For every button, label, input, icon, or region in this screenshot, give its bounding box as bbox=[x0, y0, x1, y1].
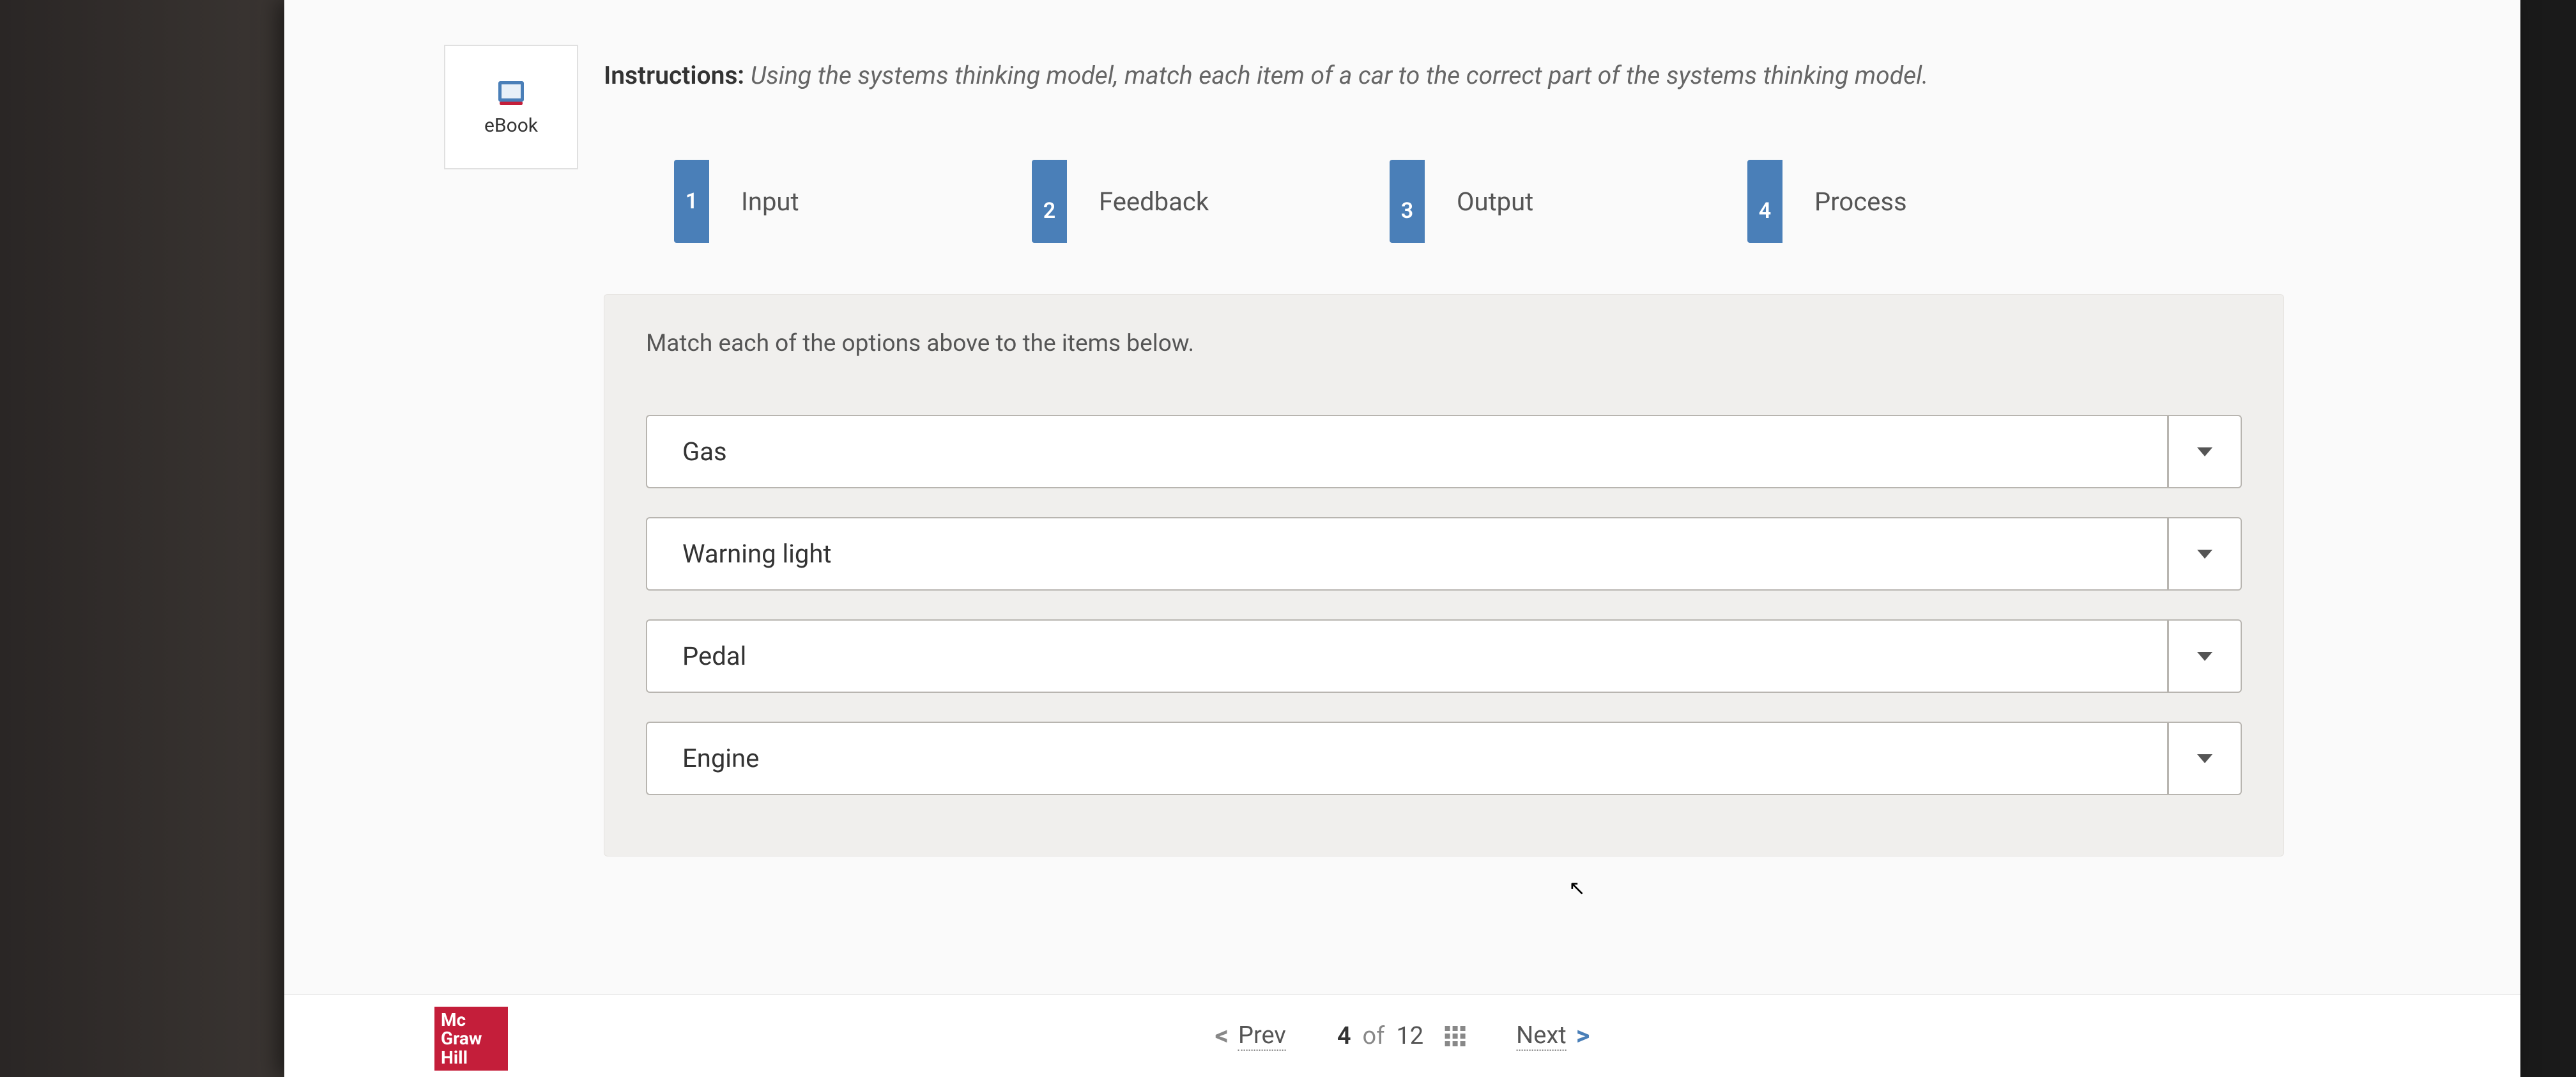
option-number: 3 bbox=[1390, 160, 1425, 243]
instructions-row: Instructions: Using the systems thinking… bbox=[604, 61, 1928, 90]
match-instruction: Match each of the options above to the i… bbox=[646, 330, 2242, 357]
option-card-4[interactable]: 4 Process bbox=[1747, 160, 2086, 243]
next-label: Next bbox=[1516, 1021, 1567, 1051]
chevron-right-icon: > bbox=[1576, 1020, 1590, 1051]
match-item-label: Gas bbox=[646, 415, 2168, 488]
caret-down-icon bbox=[2197, 447, 2212, 456]
match-dropdown[interactable] bbox=[2168, 517, 2242, 591]
option-label: Process bbox=[1782, 160, 2086, 243]
page-total: 12 bbox=[1396, 1022, 1423, 1050]
mouse-cursor-icon: ↖ bbox=[1568, 876, 1586, 900]
match-dropdown[interactable] bbox=[2168, 619, 2242, 693]
mcgraw-hill-logo: Mc Graw Hill bbox=[434, 1007, 508, 1071]
prev-button[interactable]: < Prev bbox=[1215, 1020, 1286, 1051]
logo-line: Mc bbox=[441, 1011, 508, 1029]
instructions-label: Instructions: bbox=[604, 61, 744, 90]
book-icon bbox=[495, 78, 527, 107]
logo-line: Hill bbox=[441, 1048, 508, 1067]
option-number: 1 bbox=[674, 160, 709, 243]
match-row-pedal: Pedal bbox=[646, 619, 2242, 693]
caret-down-icon bbox=[2197, 754, 2212, 763]
match-dropdown[interactable] bbox=[2168, 722, 2242, 795]
match-row-warning-light: Warning light bbox=[646, 517, 2242, 591]
option-label: Feedback bbox=[1067, 160, 1370, 243]
page-of: of bbox=[1363, 1022, 1385, 1050]
nav-controls: < Prev 4 of 12 Next > bbox=[1215, 1020, 1590, 1051]
match-area: Match each of the options above to the i… bbox=[604, 294, 2284, 856]
match-row-engine: Engine bbox=[646, 722, 2242, 795]
page-indicator: 4 of 12 bbox=[1337, 1022, 1465, 1050]
next-button[interactable]: Next > bbox=[1516, 1020, 1590, 1051]
option-label: Output bbox=[1425, 160, 1728, 243]
ebook-label: eBook bbox=[484, 114, 538, 137]
options-row: 1 Input 2 Feedback 3 Output 4 Process bbox=[674, 160, 2086, 243]
page-current: 4 bbox=[1337, 1022, 1351, 1050]
match-row-gas: Gas bbox=[646, 415, 2242, 488]
footer-bar: Mc Graw Hill < Prev 4 of 12 Next > bbox=[284, 994, 2520, 1077]
caret-down-icon bbox=[2197, 550, 2212, 559]
chevron-left-icon: < bbox=[1215, 1020, 1229, 1051]
content-viewport: eBook Instructions: Using the systems th… bbox=[284, 0, 2520, 1077]
match-item-label: Warning light bbox=[646, 517, 2168, 591]
prev-label: Prev bbox=[1238, 1021, 1286, 1051]
match-item-label: Engine bbox=[646, 722, 2168, 795]
match-item-label: Pedal bbox=[646, 619, 2168, 693]
option-card-3[interactable]: 3 Output bbox=[1390, 160, 1728, 243]
option-card-1[interactable]: 1 Input bbox=[674, 160, 1013, 243]
window-dark-border bbox=[0, 0, 284, 1077]
ebook-button[interactable]: eBook bbox=[444, 45, 578, 169]
instructions-text: Using the systems thinking model, match … bbox=[751, 61, 1929, 90]
option-card-2[interactable]: 2 Feedback bbox=[1032, 160, 1370, 243]
option-number: 4 bbox=[1747, 160, 1782, 243]
grid-icon[interactable] bbox=[1445, 1026, 1465, 1046]
caret-down-icon bbox=[2197, 652, 2212, 661]
match-dropdown[interactable] bbox=[2168, 415, 2242, 488]
option-number: 2 bbox=[1032, 160, 1067, 243]
logo-line: Graw bbox=[441, 1029, 508, 1048]
option-label: Input bbox=[709, 160, 1013, 243]
